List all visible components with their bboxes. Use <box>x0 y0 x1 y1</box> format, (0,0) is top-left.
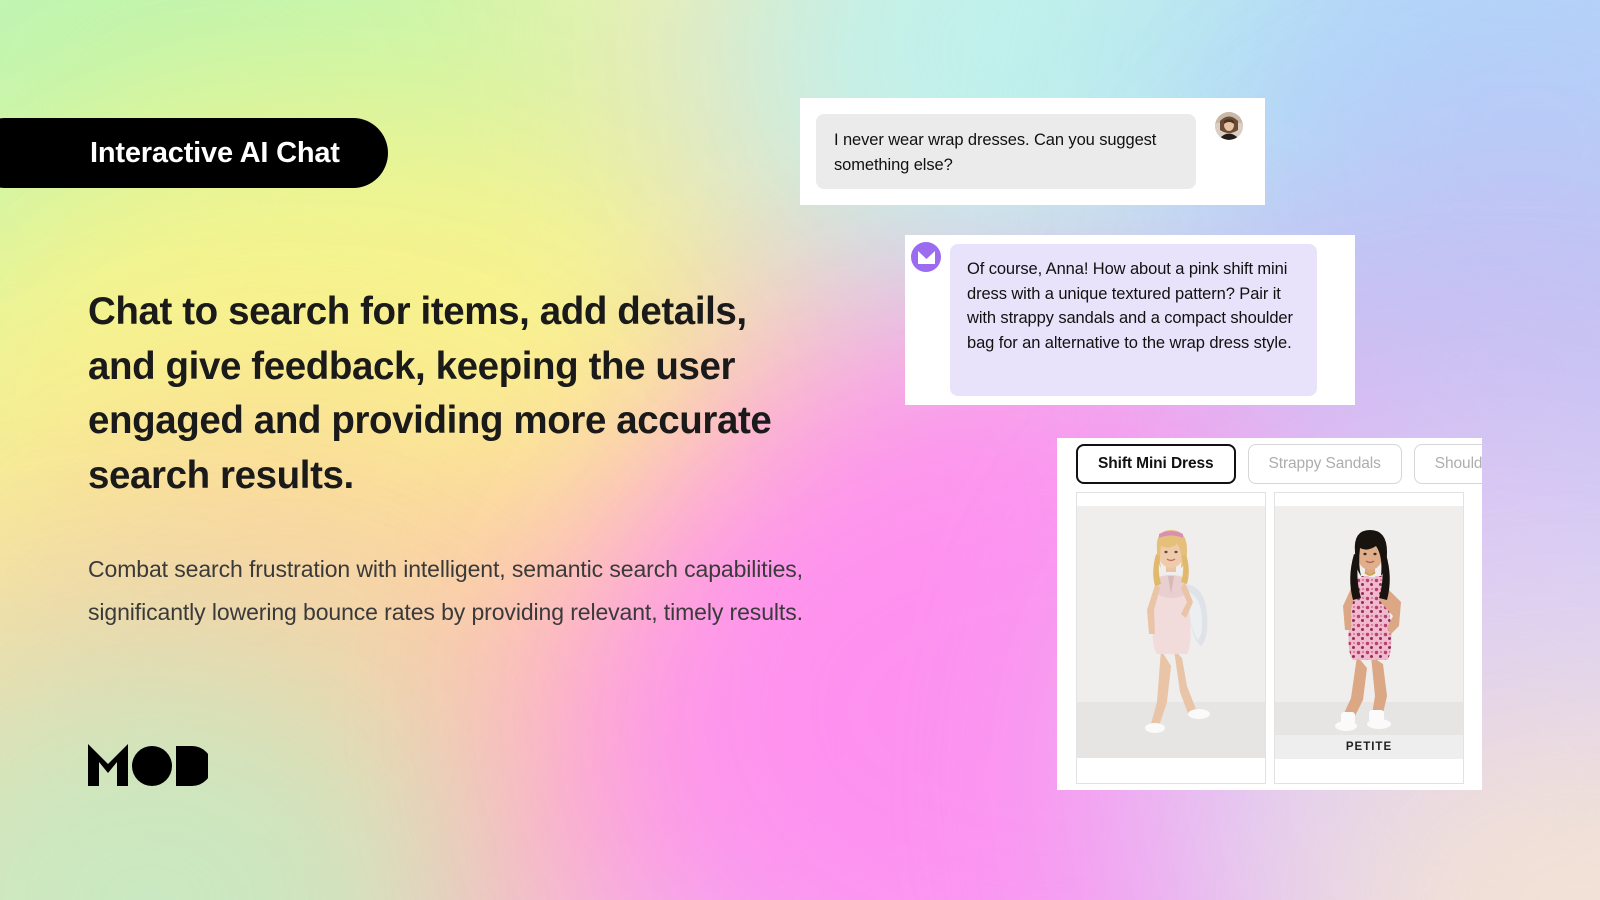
section-badge-label: Interactive AI Chat <box>90 136 340 169</box>
product-tab-shoulder-bag[interactable]: Shoulder Ba <box>1413 444 1482 484</box>
product-card[interactable] <box>1076 492 1266 784</box>
chat-bubble-assistant: Of course, Anna! How about a pink shift … <box>950 244 1317 396</box>
product-tab-label: Strappy Sandals <box>1268 455 1381 472</box>
chat-bubble-user: I never wear wrap dresses. Can you sugge… <box>816 114 1196 189</box>
product-image-shift-mini-dress <box>1077 506 1265 758</box>
product-tab-strappy-sandals[interactable]: Strappy Sandals <box>1247 444 1402 484</box>
page-title: Chat to search for items, add details, a… <box>88 290 772 497</box>
section-badge: Interactive AI Chat <box>0 118 388 188</box>
product-card[interactable]: PETITE <box>1274 492 1464 784</box>
product-results-panel: Shift Mini Dress Strappy Sandals Shoulde… <box>1057 438 1482 790</box>
product-image-floral-shift-dress <box>1275 506 1463 758</box>
mod-logo <box>88 740 212 793</box>
product-tab-label: Shoulder Ba <box>1434 455 1482 472</box>
product-tab-list: Shift Mini Dress Strappy Sandals Shoulde… <box>1076 444 1482 484</box>
product-card-list: PETITE <box>1076 492 1464 784</box>
hero-canvas: Interactive AI Chat Chat to search for i… <box>0 0 1600 900</box>
product-tab-shift-mini-dress[interactable]: Shift Mini Dress <box>1076 444 1236 484</box>
product-tab-label: Shift Mini Dress <box>1098 455 1214 472</box>
page-subcopy: Combat search frustration with intellige… <box>88 556 803 625</box>
product-card-tag: PETITE <box>1275 735 1463 759</box>
chat-panel-user: I never wear wrap dresses. Can you sugge… <box>800 98 1265 205</box>
mod-mark-icon <box>911 242 941 272</box>
user-photo-avatar <box>1215 112 1243 140</box>
chat-panel-assistant: Of course, Anna! How about a pink shift … <box>905 235 1355 405</box>
